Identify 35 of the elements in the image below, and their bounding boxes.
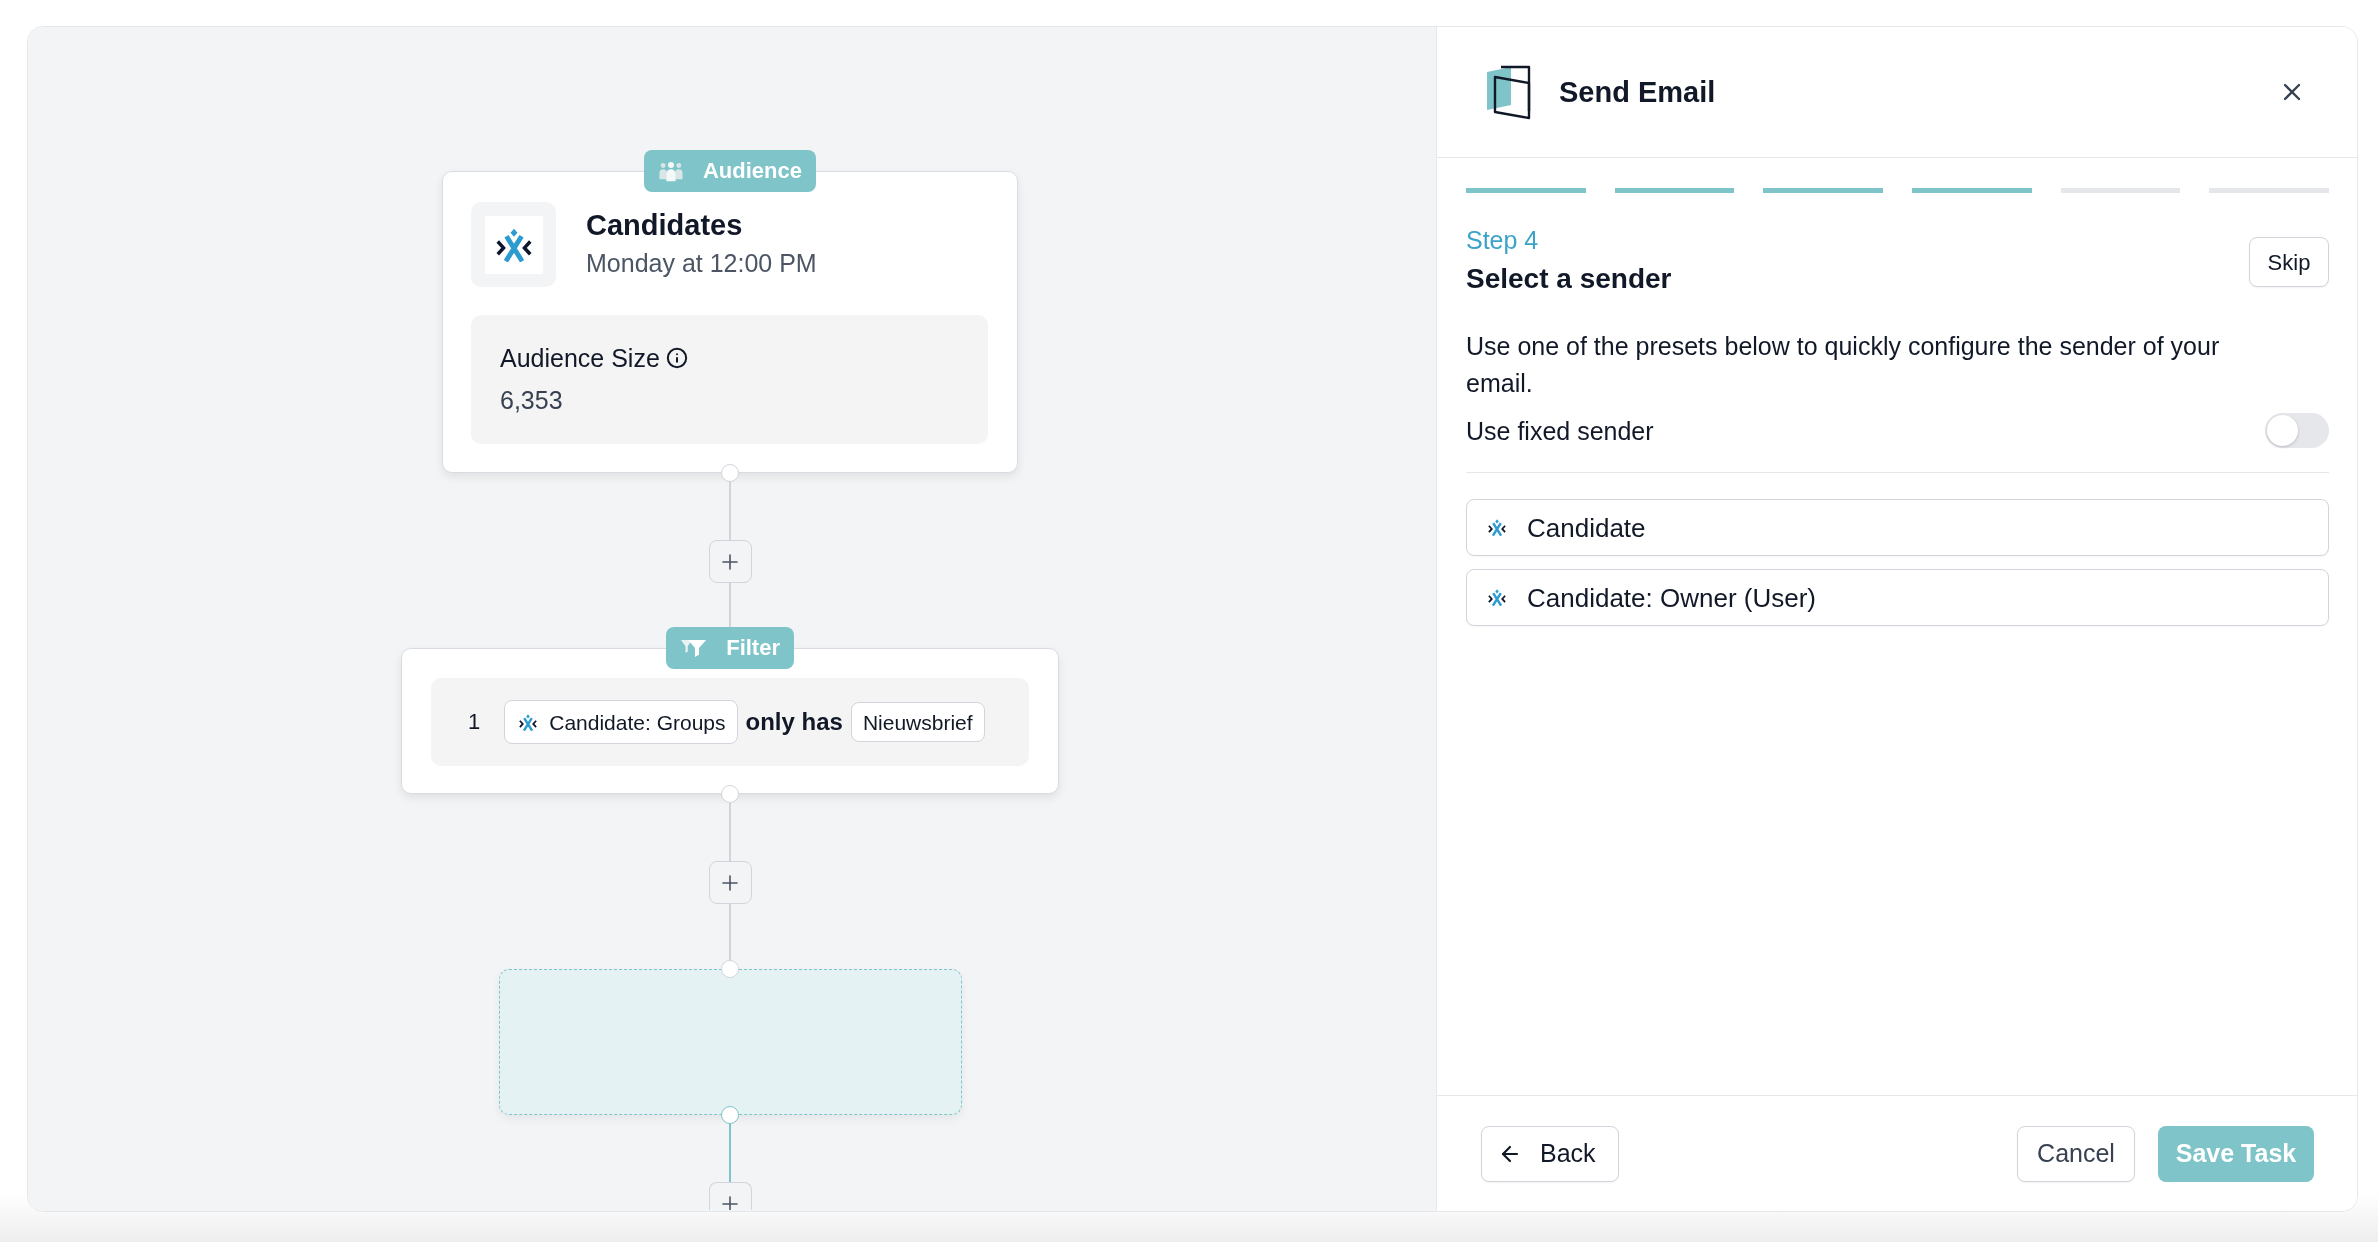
logo-icon <box>495 227 532 262</box>
value-chip[interactable]: Nieuwsbrief <box>850 702 985 742</box>
people-icon <box>659 160 683 182</box>
node-schedule: Monday at 12:00 PM <box>586 247 817 278</box>
sender-preset-option[interactable]: Candidate: Owner (User) <box>1466 569 2329 626</box>
add-step-button[interactable] <box>708 1182 752 1210</box>
step-heading: Select a sender <box>1466 262 1672 296</box>
tag-label: Filter <box>726 637 780 659</box>
logo-icon <box>1488 589 1506 606</box>
condition-operator: only has <box>745 710 843 734</box>
filter-condition[interactable]: 1 Candidate: Groups only has Nieuwsbrief <box>431 678 1029 766</box>
step-label: Step 4 <box>1466 225 1540 255</box>
back-button[interactable]: Back <box>1481 1125 1619 1182</box>
tag-label: Audience <box>702 160 802 182</box>
fixed-sender-toggle[interactable] <box>2265 413 2329 448</box>
chip-label: Nieuwsbrief <box>862 711 973 733</box>
logo-icon <box>1488 519 1506 536</box>
info-icon[interactable] <box>665 347 688 369</box>
stat-label: Audience Size <box>500 343 660 373</box>
panel-title: Send Email <box>1559 77 1716 107</box>
node-title: Candidates <box>586 207 744 242</box>
sender-preset-option[interactable]: Candidate <box>1466 499 2329 556</box>
logo-icon <box>519 713 538 731</box>
cancel-button[interactable]: Cancel <box>2017 1125 2135 1182</box>
add-step-button[interactable] <box>708 861 752 904</box>
step-description: Use one of the presets below to quickly configure the sender of your email. <box>1466 331 2221 399</box>
stat-value: 6,353 <box>500 385 564 415</box>
filter-icon <box>681 638 707 658</box>
add-step-button[interactable] <box>708 540 752 583</box>
condition-number: 1 <box>468 711 481 733</box>
toggle-label: Use fixed sender <box>1466 415 1654 446</box>
pages-icon <box>1485 64 1533 120</box>
chip-label: Candidate: Groups <box>549 711 726 733</box>
skip-button[interactable]: Skip <box>2249 237 2329 287</box>
field-chip[interactable]: Candidate: Groups <box>504 700 738 744</box>
